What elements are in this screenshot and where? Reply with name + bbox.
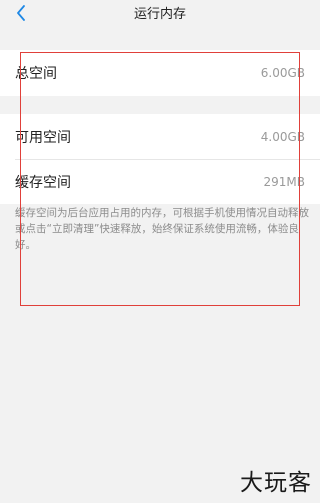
- available-value: 4.00GB: [260, 129, 305, 144]
- total-value: 6.00GB: [260, 66, 305, 80]
- cache-description: 缓存空间为后台应用占用的内存，可根据手机使用情况自动释放或点击“立即清理”快速释…: [15, 207, 309, 251]
- cache-label: 缓存空间: [15, 175, 71, 191]
- top-bar: 运行内存: [0, 0, 320, 29]
- page-title: 运行内存: [133, 7, 186, 22]
- usage-section: 可用空间 4.00GB 缓存空间 291MB: [0, 114, 320, 204]
- available-label: 可用空间: [15, 129, 71, 146]
- cache-value: 291MB: [263, 175, 306, 189]
- total-section: 总空间 6.00GB: [0, 50, 320, 96]
- cache-row: 缓存空间 291MB: [0, 160, 320, 204]
- total-label: 总空间: [15, 66, 57, 82]
- total-row: 总空间 6.00GB: [0, 50, 320, 96]
- watermark-logo: 大玩客: [240, 470, 312, 496]
- available-row: 可用空间 4.00GB: [0, 114, 320, 159]
